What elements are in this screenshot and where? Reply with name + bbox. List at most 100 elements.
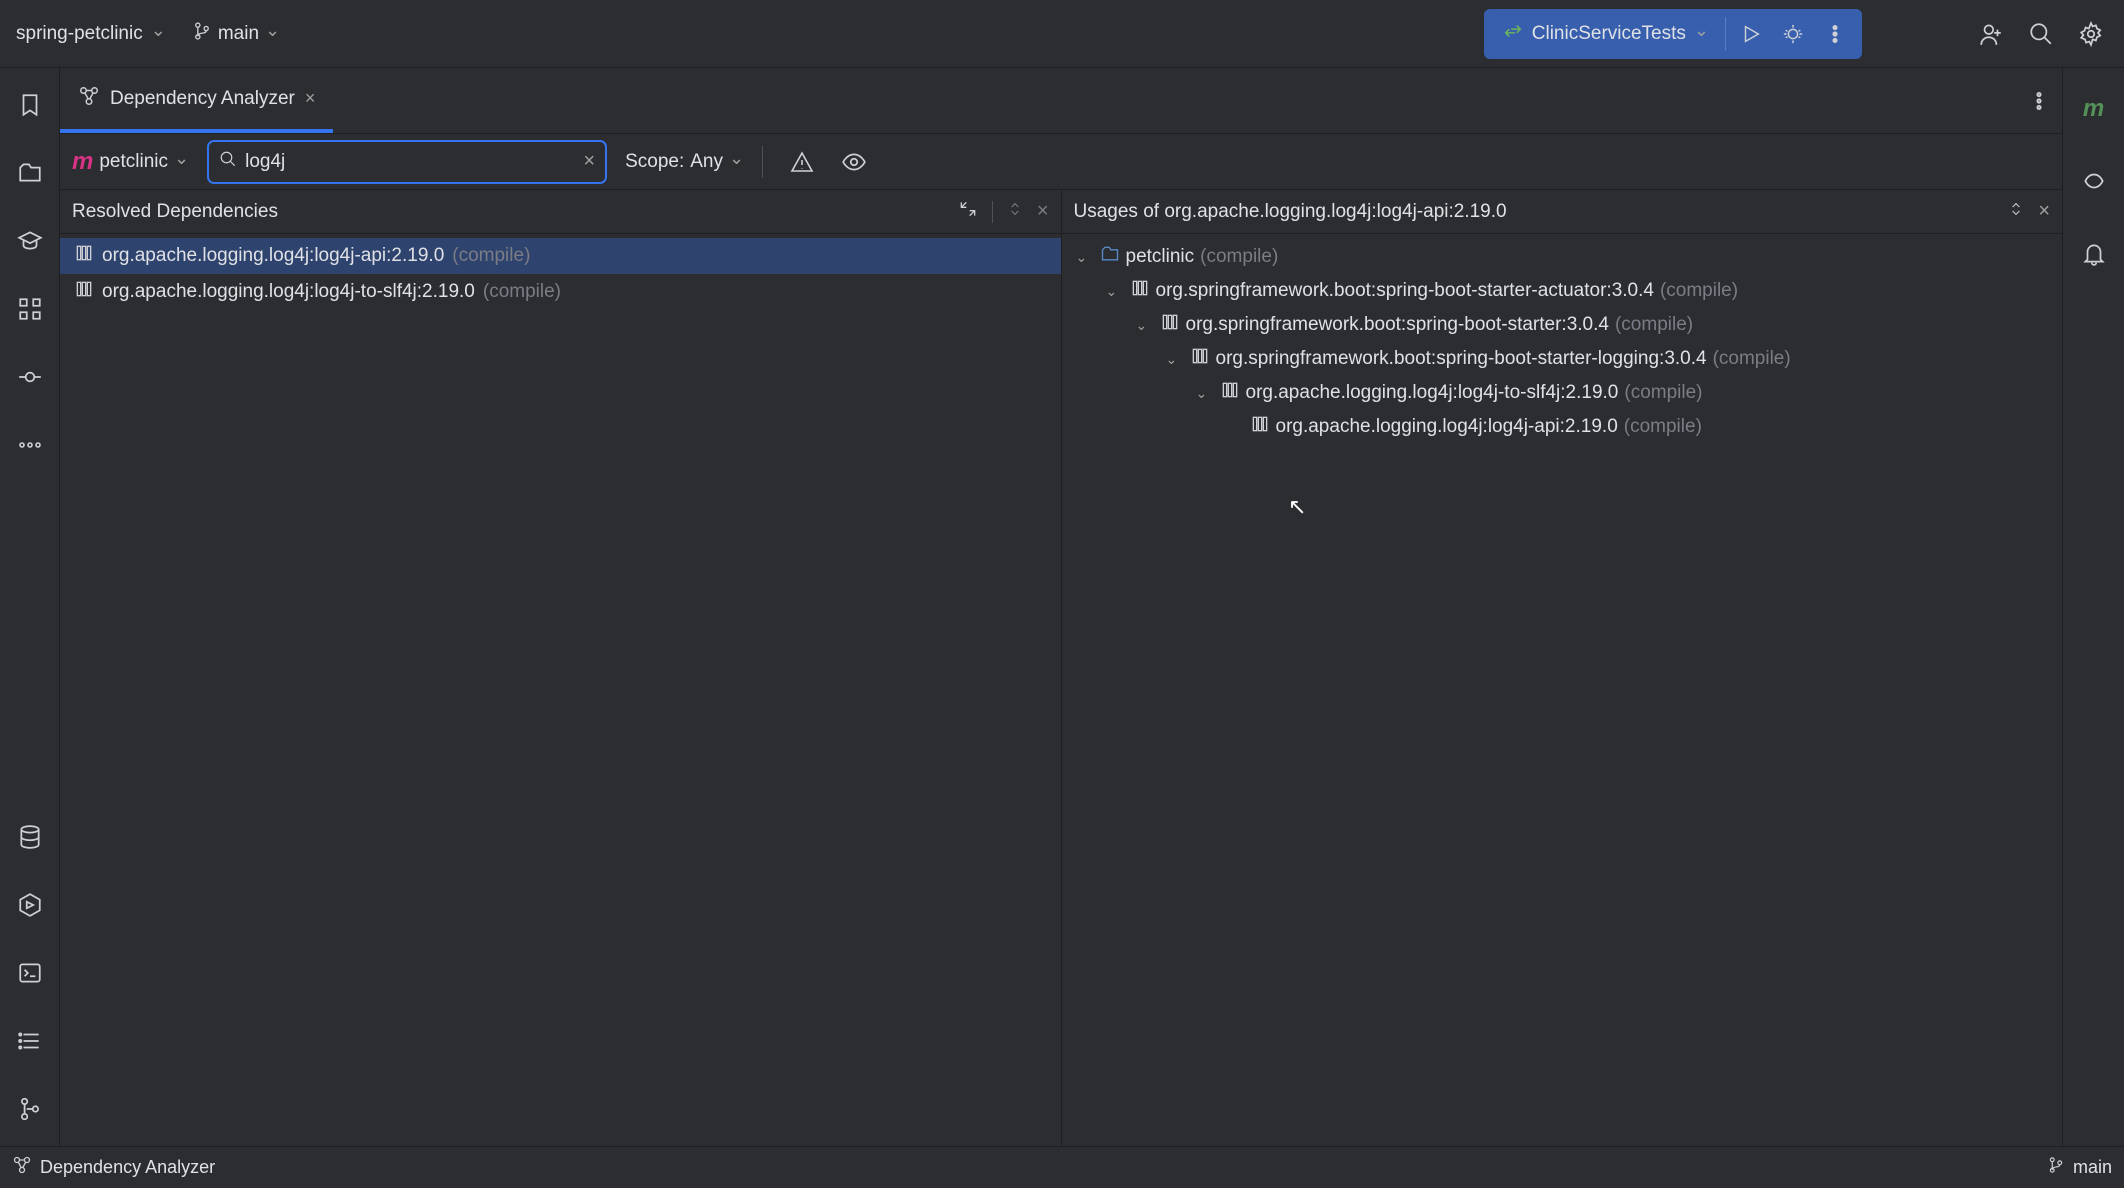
divider <box>1725 17 1726 51</box>
vcs-tool-button[interactable] <box>9 1088 51 1130</box>
search-field[interactable] <box>245 151 575 173</box>
branch-dropdown[interactable]: main <box>188 15 284 53</box>
commit-tool-button[interactable] <box>9 356 51 398</box>
bookmarks-tool-button[interactable] <box>9 84 51 126</box>
run-more-button[interactable] <box>1814 13 1856 55</box>
project-tool-button[interactable] <box>9 152 51 194</box>
dependency-scope: (compile) <box>483 281 561 303</box>
pane-header-actions: × <box>958 199 1049 225</box>
run-config-name: ClinicServiceTests <box>1532 23 1686 45</box>
learn-tool-button[interactable] <box>9 220 51 262</box>
status-icon <box>12 1155 32 1180</box>
dependency-list[interactable]: org.apache.logging.log4j:log4j-api:2.19.… <box>60 234 1061 1146</box>
dependency-name: org.apache.logging.log4j:log4j-to-slf4j:… <box>102 281 475 303</box>
tree-node[interactable]: ⌄ org.apache.logging.log4j:log4j-to-slf4… <box>1062 376 2063 410</box>
library-icon <box>74 243 94 269</box>
dependency-name: org.apache.logging.log4j:log4j-api:2.19.… <box>102 245 444 267</box>
show-warnings-button[interactable] <box>781 141 823 183</box>
chevron-down-icon[interactable]: ⌄ <box>1136 317 1154 334</box>
expand-collapse-button[interactable] <box>2008 201 2024 223</box>
maven-tool-button[interactable]: m <box>2073 88 2115 130</box>
library-icon <box>1220 380 1240 406</box>
tree-node-name: org.springframework.boot:spring-boot-sta… <box>1156 280 1654 302</box>
tree-node-name: org.springframework.boot:spring-boot-sta… <box>1186 314 1609 336</box>
chevron-down-icon <box>265 23 280 45</box>
close-pane-button[interactable]: × <box>2038 200 2050 223</box>
tree-node-scope: (compile) <box>1713 348 1791 370</box>
top-bar: spring-petclinic main ClinicServiceTests <box>0 0 2124 68</box>
tree-node-scope: (compile) <box>1624 382 1702 404</box>
library-icon <box>1130 278 1150 304</box>
tree-node-name: org.apache.logging.log4j:log4j-api:2.19.… <box>1276 416 1618 438</box>
dependency-row[interactable]: org.apache.logging.log4j:log4j-api:2.19.… <box>60 238 1061 274</box>
branch-icon <box>2047 1156 2065 1179</box>
topbar-right-group: ClinicServiceTests <box>1484 9 2112 59</box>
run-config-icon <box>1502 20 1524 48</box>
resolved-dependencies-header: Resolved Dependencies × <box>60 190 1061 234</box>
dependency-search-input[interactable]: × <box>207 140 607 184</box>
run-config-area: ClinicServiceTests <box>1484 9 1862 59</box>
chevron-down-icon[interactable]: ⌄ <box>1106 283 1124 300</box>
usages-header: Usages of org.apache.logging.log4j:log4j… <box>1062 190 2063 234</box>
right-tool-strip: m <box>2062 68 2124 1146</box>
tabs-more-button[interactable] <box>2016 68 2062 133</box>
dependency-row[interactable]: org.apache.logging.log4j:log4j-to-slf4j:… <box>60 274 1061 310</box>
chevron-down-icon[interactable]: ⌄ <box>1076 249 1094 266</box>
settings-button[interactable] <box>2070 13 2112 55</box>
tree-node[interactable]: ⌄ org.springframework.boot:spring-boot-s… <box>1062 308 2063 342</box>
ai-assistant-button[interactable] <box>2073 160 2115 202</box>
more-tools-button[interactable] <box>9 424 51 466</box>
status-branch[interactable]: main <box>2073 1157 2112 1178</box>
pane-header-actions: × <box>2008 200 2050 223</box>
tree-node-scope: (compile) <box>1624 416 1702 438</box>
code-with-me-button[interactable] <box>1970 13 2012 55</box>
status-text[interactable]: Dependency Analyzer <box>40 1157 215 1178</box>
tree-node-scope: (compile) <box>1660 280 1738 302</box>
status-right-group: main <box>2047 1156 2112 1179</box>
scope-label: Scope: <box>625 151 684 173</box>
analyzer-panes: Resolved Dependencies × org.apache.loggi… <box>60 190 2062 1146</box>
dependency-scope: (compile) <box>452 245 530 267</box>
topbar-left-group: spring-petclinic main <box>12 15 284 53</box>
show-details-button[interactable] <box>833 141 875 183</box>
usages-tree[interactable]: ⌄ petclinic (compile)⌄ org.springframewo… <box>1062 234 2063 1146</box>
pane-title: Usages of org.apache.logging.log4j:log4j… <box>1074 201 2009 223</box>
services-tool-button[interactable] <box>9 884 51 926</box>
editor-tabs: Dependency Analyzer × <box>60 68 2062 134</box>
run-button[interactable] <box>1730 13 1772 55</box>
close-tab-button[interactable]: × <box>305 88 316 109</box>
tree-node[interactable]: ⌄ petclinic (compile) <box>1062 240 2063 274</box>
chevron-down-icon[interactable]: ⌄ <box>1196 385 1214 402</box>
scope-dropdown[interactable]: Scope: Any <box>625 151 744 173</box>
todo-tool-button[interactable] <box>9 1020 51 1062</box>
run-config-dropdown[interactable]: ClinicServiceTests <box>1490 20 1721 48</box>
expand-collapse-button[interactable] <box>1007 201 1023 223</box>
notifications-button[interactable] <box>2073 232 2115 274</box>
usages-pane: Usages of org.apache.logging.log4j:log4j… <box>1062 190 2063 1146</box>
tab-dependency-analyzer[interactable]: Dependency Analyzer × <box>60 68 333 133</box>
search-everywhere-button[interactable] <box>2020 13 2062 55</box>
library-icon <box>1160 312 1180 338</box>
terminal-tool-button[interactable] <box>9 952 51 994</box>
maven-icon: m <box>72 148 93 176</box>
tree-node[interactable]: ⌄ org.springframework.boot:spring-boot-s… <box>1062 342 2063 376</box>
structure-tool-button[interactable] <box>9 288 51 330</box>
project-dropdown[interactable]: spring-petclinic <box>12 17 170 51</box>
debug-button[interactable] <box>1772 13 1814 55</box>
tab-title: Dependency Analyzer <box>110 88 295 110</box>
tree-node-scope: (compile) <box>1200 246 1278 268</box>
library-icon <box>1250 414 1270 440</box>
divider <box>762 146 763 178</box>
tree-node-name: org.springframework.boot:spring-boot-sta… <box>1216 348 1707 370</box>
clear-search-button[interactable]: × <box>583 150 595 173</box>
search-icon <box>219 150 237 174</box>
tree-node[interactable]: ⌄ org.springframework.boot:spring-boot-s… <box>1062 274 2063 308</box>
module-dropdown[interactable]: m petclinic <box>72 148 189 176</box>
tree-node[interactable]: org.apache.logging.log4j:log4j-api:2.19.… <box>1062 410 2063 444</box>
database-tool-button[interactable] <box>9 816 51 858</box>
close-pane-button[interactable]: × <box>1037 200 1049 223</box>
chevron-down-icon[interactable]: ⌄ <box>1166 351 1184 368</box>
tree-view-toggle-button[interactable] <box>958 199 978 225</box>
folder-icon <box>1100 244 1120 270</box>
tree-node-name: org.apache.logging.log4j:log4j-to-slf4j:… <box>1246 382 1619 404</box>
